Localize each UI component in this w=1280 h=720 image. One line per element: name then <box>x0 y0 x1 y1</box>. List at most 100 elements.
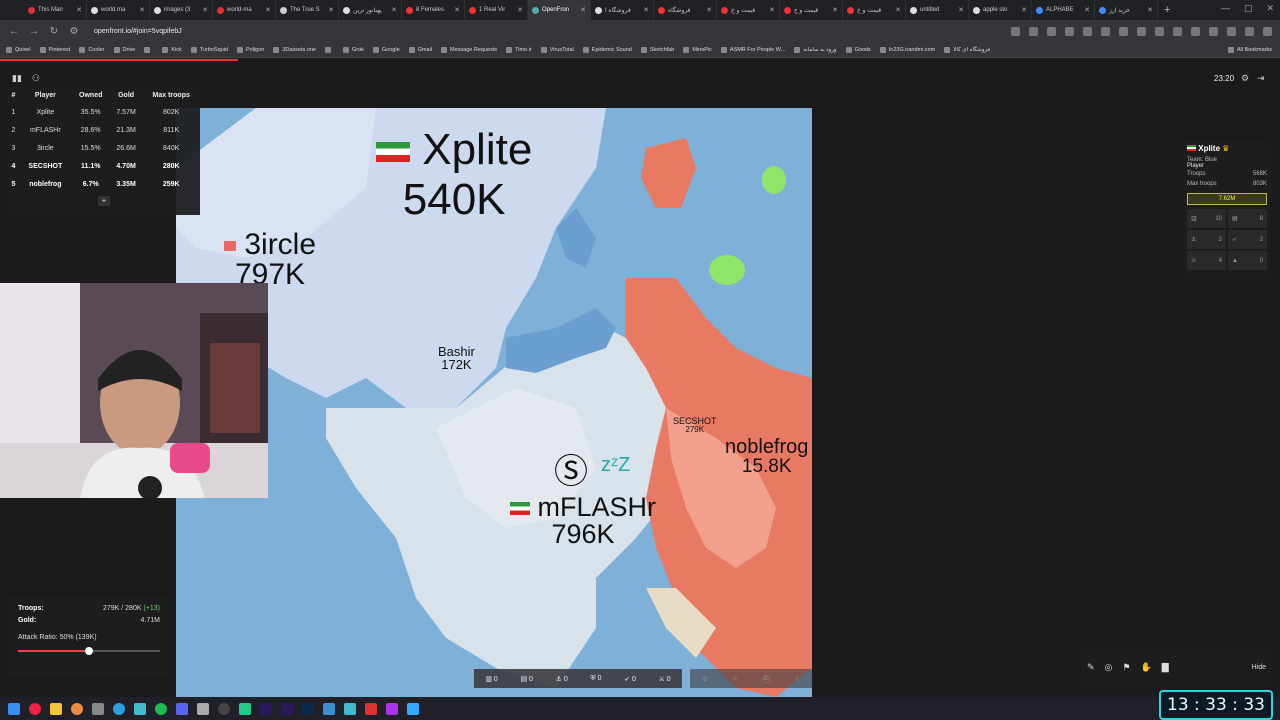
browser-tab[interactable]: قیمت و خ ✕ <box>843 0 906 20</box>
bookmark-item[interactable]: Quixel <box>6 46 31 53</box>
mirv-icon[interactable]: ✧ <box>794 675 800 683</box>
back-icon[interactable]: ← <box>8 26 20 37</box>
browser-tab[interactable]: خرید ارز ✕ <box>1095 0 1158 20</box>
explorer-icon[interactable] <box>50 702 62 715</box>
bookmark-item[interactable] <box>324 46 334 53</box>
browser-tab[interactable]: قیمت و خ ✕ <box>717 0 780 20</box>
close-tab-icon[interactable]: ✕ <box>265 6 271 14</box>
alliance-icon[interactable]: ⚑ <box>1122 662 1130 673</box>
col-max-troops[interactable]: Max troops <box>142 87 200 103</box>
expand-leaderboard-button[interactable]: + <box>98 196 110 206</box>
attack-ratio-slider[interactable] <box>18 647 160 655</box>
bookmark-item[interactable]: Google <box>372 46 400 53</box>
bookmark-item[interactable]: Grok <box>342 46 364 53</box>
leaderboard-toggle-icon[interactable]: ▮▮ <box>12 73 22 84</box>
hide-button[interactable]: Hide <box>1252 664 1266 671</box>
table-row[interactable]: 5 noblefrog 6.7% 3.35M 259K <box>8 175 200 193</box>
photoshop-icon[interactable] <box>302 702 314 715</box>
close-tab-icon[interactable]: ✕ <box>643 6 649 14</box>
reload-icon[interactable]: ↻ <box>48 26 60 37</box>
resharper-icon[interactable] <box>386 702 398 715</box>
close-tab-icon[interactable]: ✕ <box>580 6 586 14</box>
browser-tab[interactable]: قیمت و خ ✕ <box>780 0 843 20</box>
windows-start-icon[interactable] <box>8 702 20 715</box>
search-icon[interactable] <box>29 702 41 715</box>
close-tab-icon[interactable]: ✕ <box>454 6 460 14</box>
exit-icon[interactable]: ⇥ <box>1257 73 1265 84</box>
chrome-icon[interactable] <box>71 702 83 715</box>
obs-icon[interactable] <box>218 702 230 715</box>
site-info-icon[interactable]: ⚙ <box>68 26 80 37</box>
bookmark-item[interactable]: Gmail <box>408 46 432 53</box>
bookmark-item[interactable]: Message Requests <box>441 46 497 53</box>
close-tab-icon[interactable]: ✕ <box>832 6 838 14</box>
gear-icon[interactable]: ⚙ <box>1241 73 1249 84</box>
bookmark-item[interactable]: MinePic <box>683 46 712 53</box>
close-tab-icon[interactable]: ✕ <box>895 6 901 14</box>
new-tab-button[interactable]: + <box>1164 4 1170 16</box>
bookmark-item[interactable]: Poligon <box>236 46 264 53</box>
bookmark-item[interactable]: Cooler <box>79 46 105 53</box>
url-field[interactable]: openfront.io/#join=5vqpifebJ <box>94 28 182 35</box>
bookmark-item[interactable]: ASMR For People W... <box>720 46 785 53</box>
close-tab-icon[interactable]: ✕ <box>139 6 145 14</box>
app-icon[interactable] <box>407 702 419 715</box>
bookmark-item[interactable]: Time.ir <box>506 46 532 53</box>
browser-tab[interactable]: apple sto ✕ <box>969 0 1032 20</box>
close-tab-icon[interactable]: ✕ <box>202 6 208 14</box>
brush-icon[interactable]: ✎ <box>1087 662 1095 673</box>
atom-bomb-icon[interactable]: ☢ <box>702 675 708 683</box>
bookmark-item[interactable]: TurboSquid <box>190 46 228 53</box>
browser-tab[interactable]: This Man ✕ <box>24 0 87 20</box>
close-tab-icon[interactable]: ✕ <box>391 6 397 14</box>
bookmark-item[interactable]: Pinterest <box>39 46 70 53</box>
bookmark-item[interactable]: فروشگاه ای کالا <box>944 46 990 53</box>
extension-icons[interactable] <box>1011 26 1272 36</box>
close-tab-icon[interactable]: ✕ <box>76 6 82 14</box>
bookmark-item[interactable]: Epidemic Sound <box>582 46 632 53</box>
build-defense-button[interactable]: ⛨ 0 <box>590 675 601 683</box>
bookmark-item[interactable]: ورود به سامانه <box>794 46 837 53</box>
app-icon[interactable] <box>239 702 251 715</box>
close-tab-icon[interactable]: ✕ <box>1147 6 1153 14</box>
premiere-icon[interactable] <box>281 702 293 715</box>
bookmark-item[interactable]: Kick <box>162 46 182 53</box>
close-tab-icon[interactable]: ✕ <box>958 6 964 14</box>
all-bookmarks[interactable]: All Bookmarks <box>1227 46 1272 53</box>
close-tab-icon[interactable]: ✕ <box>517 6 523 14</box>
app-icon[interactable] <box>134 702 146 715</box>
rider-icon[interactable] <box>365 702 377 715</box>
app-icon[interactable] <box>197 702 209 715</box>
discord-icon[interactable] <box>176 702 188 715</box>
table-row-current-player[interactable]: 4 SECSHOT 11.1% 4.70M 280K <box>8 157 200 175</box>
after-effects-icon[interactable] <box>260 702 272 715</box>
build-factory-button[interactable]: ▤ 0 <box>520 675 532 683</box>
browser-tab[interactable]: 8 Females ✕ <box>402 0 465 20</box>
spotify-icon[interactable] <box>155 702 167 715</box>
bookmark-item[interactable]: Goods <box>845 46 871 53</box>
close-tab-icon[interactable]: ✕ <box>328 6 334 14</box>
warship-icon[interactable]: ⛴ <box>762 675 771 683</box>
game-map[interactable]: ♛ Ⓢ Xplite 540K 3ircle 797K Bashir 172K … <box>176 108 812 697</box>
col-gold[interactable]: Gold <box>110 87 143 103</box>
forward-icon[interactable]: → <box>28 26 40 37</box>
close-tab-icon[interactable]: ✕ <box>769 6 775 14</box>
app-icon[interactable] <box>92 702 104 715</box>
handshake-icon[interactable]: ✋ <box>1140 662 1151 673</box>
browser-tab[interactable]: 1 Real Vir ✕ <box>465 0 528 20</box>
close-tab-icon[interactable]: ✕ <box>1084 6 1090 14</box>
col-player[interactable]: Player <box>19 87 72 103</box>
app-icon[interactable] <box>323 702 335 715</box>
browser-tab[interactable]: The True S ✕ <box>276 0 339 20</box>
window-controls[interactable]: — ▢ ✕ <box>1221 3 1274 14</box>
table-row[interactable]: 1 Xplite 35.5% 7.57M 802K <box>8 103 200 121</box>
build-port-button[interactable]: ⚓ 0 <box>556 675 568 683</box>
browser-tab[interactable]: images (3 ✕ <box>150 0 213 20</box>
table-row[interactable]: 2 mFLASHr 28.6% 21.3M 811K <box>8 121 200 139</box>
col-owned[interactable]: Owned <box>72 87 110 103</box>
browser-tab[interactable]: پهنانور ترین ✕ <box>339 0 402 20</box>
bookmark-item[interactable]: Drive <box>113 46 135 53</box>
app-icon[interactable] <box>344 702 356 715</box>
browser-tab[interactable]: OpenFron ✕ <box>528 0 591 20</box>
bookmark-item[interactable]: 3Dassets.one <box>273 46 316 53</box>
